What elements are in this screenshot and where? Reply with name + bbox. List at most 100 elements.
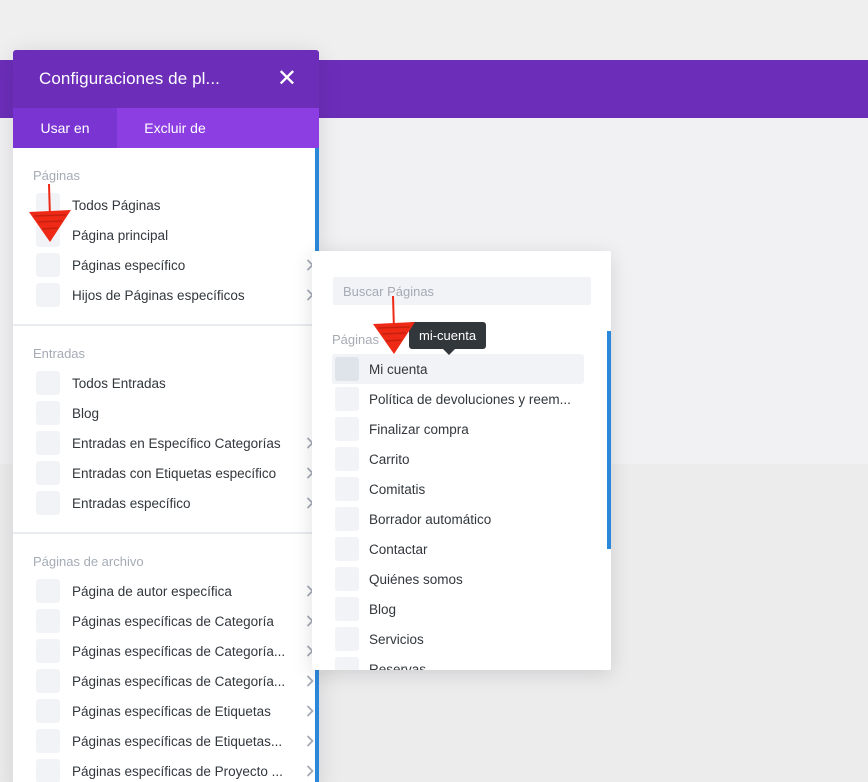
- condition-option[interactable]: Hijos de Páginas específicos: [33, 280, 315, 310]
- option-label: Entradas específico: [72, 495, 191, 511]
- condition-option[interactable]: Páginas específico: [33, 250, 315, 280]
- option-label: Hijos de Páginas específicos: [72, 287, 245, 303]
- checkbox[interactable]: [335, 627, 359, 651]
- condition-option[interactable]: Entradas en Específico Categorías: [33, 428, 315, 458]
- panel-title: Configuraciones de pl...: [39, 69, 221, 88]
- option-label: Blog: [369, 601, 397, 617]
- option-label: Todos Páginas: [72, 197, 161, 213]
- checkbox[interactable]: [36, 253, 60, 277]
- option-label: Reservas: [369, 661, 427, 671]
- checkbox[interactable]: [36, 609, 60, 633]
- option-label: Mi cuenta: [369, 361, 428, 377]
- page-option[interactable]: Finalizar compra: [332, 414, 584, 444]
- tab-excluir-de[interactable]: Excluir de: [117, 108, 233, 148]
- option-label: Blog: [72, 405, 100, 421]
- panel-tabs: Usar en Excluir de: [13, 108, 319, 148]
- page-option[interactable]: Borrador automático: [332, 504, 584, 534]
- option-label: Borrador automático: [369, 511, 492, 527]
- option-label: Quiénes somos: [369, 571, 463, 587]
- checkbox[interactable]: [335, 417, 359, 441]
- page-option[interactable]: Política de devoluciones y reem...: [332, 384, 584, 414]
- section-title: Entradas: [33, 346, 86, 361]
- pages-submenu: Páginas Mi cuentaPolítica de devolucione…: [312, 251, 611, 670]
- page-option[interactable]: Blog: [332, 594, 584, 624]
- checkbox[interactable]: [36, 759, 60, 782]
- tooltip: mi-cuenta: [409, 322, 487, 349]
- option-label: Contactar: [369, 541, 428, 557]
- condition-option[interactable]: Páginas específicas de Categoría...: [33, 666, 315, 696]
- page-option[interactable]: Quiénes somos: [332, 564, 584, 594]
- option-label: Comitatis: [369, 481, 426, 497]
- chevron-right-icon: [307, 675, 314, 687]
- option-label: Carrito: [369, 451, 410, 467]
- checkbox[interactable]: [36, 639, 60, 663]
- checkbox[interactable]: [335, 597, 359, 621]
- condition-option[interactable]: Páginas específicas de Categoría...: [33, 636, 315, 666]
- checkbox[interactable]: [36, 579, 60, 603]
- condition-option[interactable]: Blog: [33, 398, 315, 428]
- checkbox[interactable]: [335, 357, 359, 381]
- checkbox[interactable]: [335, 447, 359, 471]
- panel-header: Configuraciones de pl... ✕: [13, 50, 319, 108]
- page-option[interactable]: Servicios: [332, 624, 584, 654]
- close-icon[interactable]: ✕: [277, 67, 297, 91]
- display-conditions-panel: Configuraciones de pl... ✕ Usar en Exclu…: [13, 50, 319, 782]
- option-label: Páginas específicas de Categoría...: [72, 643, 286, 659]
- condition-option[interactable]: Entradas con Etiquetas específico: [33, 458, 315, 488]
- page-option[interactable]: Contactar: [332, 534, 584, 564]
- option-label: Páginas específicas de Categoría...: [72, 673, 286, 689]
- condition-option[interactable]: Páginas específicas de Categoría: [33, 606, 315, 636]
- page-option[interactable]: Comitatis: [332, 474, 584, 504]
- checkbox[interactable]: [36, 699, 60, 723]
- option-label: Entradas con Etiquetas específico: [72, 465, 277, 481]
- option-label: Página principal: [72, 227, 169, 243]
- checkbox[interactable]: [335, 387, 359, 411]
- checkbox[interactable]: [36, 401, 60, 425]
- chevron-right-icon: [307, 735, 314, 747]
- tooltip-arrow: [443, 349, 455, 355]
- condition-option[interactable]: Todos Páginas: [33, 190, 315, 220]
- option-label: Páginas específicas de Etiquetas...: [72, 733, 283, 749]
- option-label: Política de devoluciones y reem...: [369, 391, 571, 407]
- option-label: Páginas específicas de Etiquetas: [72, 703, 271, 719]
- checkbox[interactable]: [36, 491, 60, 515]
- option-label: Páginas específico: [72, 257, 186, 273]
- option-label: Páginas específicas de Proyecto ...: [72, 763, 283, 779]
- page-option[interactable]: Mi cuenta: [332, 354, 584, 384]
- checkbox[interactable]: [335, 567, 359, 591]
- tab-usar-en[interactable]: Usar en: [13, 108, 117, 148]
- checkbox[interactable]: [36, 283, 60, 307]
- chevron-right-icon: [307, 765, 314, 777]
- condition-option[interactable]: Páginas específicas de Etiquetas: [33, 696, 315, 726]
- page-option[interactable]: Reservas: [332, 654, 584, 670]
- page-option[interactable]: Carrito: [332, 444, 584, 474]
- condition-option[interactable]: Todos Entradas: [33, 368, 315, 398]
- option-label: Página de autor específica: [72, 583, 232, 599]
- checkbox[interactable]: [36, 669, 60, 693]
- section-title: Páginas de archivo: [33, 554, 144, 569]
- condition-option[interactable]: Páginas específicas de Proyecto ...: [33, 756, 315, 782]
- red-arrow-annotation: [373, 296, 415, 354]
- checkbox[interactable]: [36, 371, 60, 395]
- section-paginas-de-archivo: Páginas de archivo Página de autor especí…: [13, 534, 315, 782]
- checkbox[interactable]: [335, 507, 359, 531]
- chevron-right-icon: [307, 705, 314, 717]
- checkbox[interactable]: [335, 657, 359, 670]
- option-label: Finalizar compra: [369, 421, 469, 437]
- checkbox[interactable]: [36, 461, 60, 485]
- condition-option[interactable]: Páginas específicas de Etiquetas...: [33, 726, 315, 756]
- condition-option[interactable]: Página de autor específica: [33, 576, 315, 606]
- option-label: Entradas en Específico Categorías: [72, 435, 281, 451]
- condition-option[interactable]: Entradas específico: [33, 488, 315, 518]
- checkbox[interactable]: [335, 477, 359, 501]
- red-arrow-annotation: [29, 184, 71, 242]
- option-label: Todos Entradas: [72, 375, 166, 391]
- checkbox[interactable]: [36, 729, 60, 753]
- option-label: Páginas específicas de Categoría: [72, 613, 274, 629]
- section-entradas: Entradas Todos Entradas Blog Entradas en Es…: [13, 326, 315, 534]
- submenu-list[interactable]: Mi cuenta Política de devoluciones y reem…: [332, 354, 584, 670]
- condition-option[interactable]: Página principal: [33, 220, 315, 250]
- checkbox[interactable]: [335, 537, 359, 561]
- checkbox[interactable]: [36, 431, 60, 455]
- scrollbar[interactable]: [607, 331, 611, 549]
